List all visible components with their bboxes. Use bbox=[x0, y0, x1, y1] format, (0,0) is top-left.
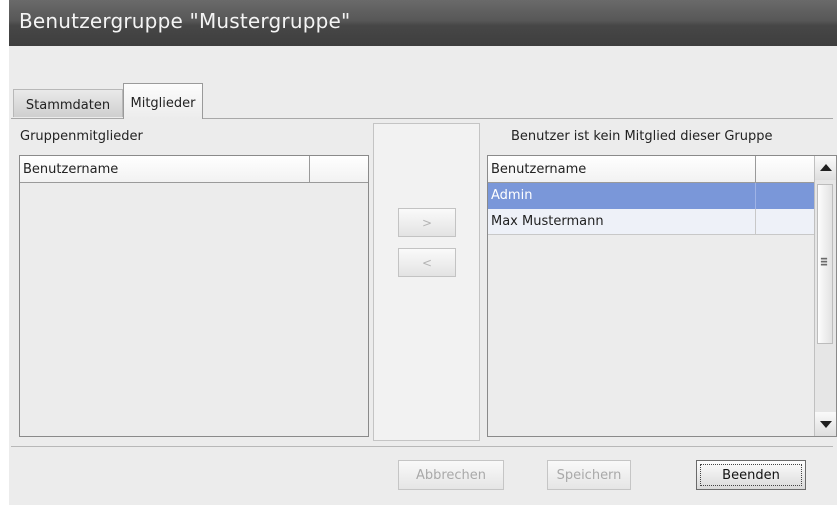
non-members-grid[interactable]: Benutzername Admin Max Mustermann ━ ━ ━ bbox=[487, 155, 837, 437]
tab-stammdaten[interactable]: Stammdaten bbox=[13, 89, 123, 117]
table-row[interactable]: Admin bbox=[488, 183, 814, 209]
focus-rectangle bbox=[700, 464, 802, 486]
scroll-up-button[interactable] bbox=[815, 156, 836, 180]
grid-header: Benutzername bbox=[20, 156, 368, 183]
scroll-down-button[interactable] bbox=[815, 412, 836, 436]
column-header-username[interactable]: Benutzername bbox=[488, 156, 756, 182]
arrow-up-icon bbox=[820, 164, 832, 171]
group-members-grid[interactable]: Benutzername bbox=[19, 155, 369, 437]
title-bar[interactable]: Benutzergruppe "Mustergruppe" bbox=[9, 0, 837, 46]
close-button[interactable]: Beenden bbox=[696, 460, 806, 490]
table-row[interactable]: Max Mustermann bbox=[488, 209, 814, 235]
grid-header: Benutzername bbox=[488, 156, 814, 183]
window-title: Benutzergruppe "Mustergruppe" bbox=[19, 9, 351, 33]
group-members-label: Gruppenmitglieder bbox=[20, 129, 143, 144]
dialog-window: Benutzergruppe "Mustergruppe" Stammdaten… bbox=[9, 0, 837, 505]
cancel-button[interactable]: Abbrechen bbox=[398, 460, 504, 490]
cell-username: Max Mustermann bbox=[488, 209, 756, 235]
add-member-button[interactable]: > bbox=[398, 208, 456, 237]
grip-icon: ━ ━ ━ bbox=[821, 254, 828, 271]
column-header-username[interactable]: Benutzername bbox=[20, 156, 310, 182]
non-members-label: Benutzer ist kein Mitglied dieser Gruppe bbox=[511, 129, 773, 144]
transfer-buttons-panel: > < bbox=[373, 123, 480, 441]
save-button[interactable]: Speichern bbox=[547, 460, 631, 490]
tab-mitglieder[interactable]: Mitglieder bbox=[123, 83, 203, 119]
remove-member-button[interactable]: < bbox=[398, 248, 456, 277]
footer-divider bbox=[11, 446, 833, 447]
cell-username: Admin bbox=[488, 183, 756, 209]
vertical-scrollbar[interactable]: ━ ━ ━ bbox=[814, 156, 836, 436]
scroll-thumb[interactable]: ━ ━ ━ bbox=[817, 184, 833, 344]
arrow-down-icon bbox=[820, 421, 832, 428]
